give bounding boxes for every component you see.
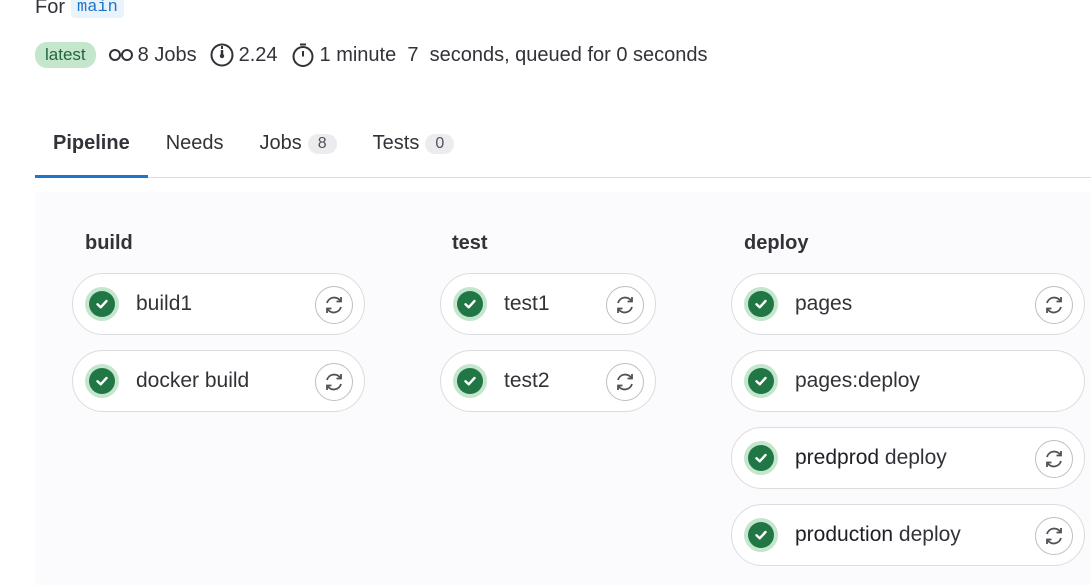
job-name-suffix: deploy xyxy=(879,446,947,469)
branch-link[interactable]: main xyxy=(71,0,124,18)
job-name: pages:deploy xyxy=(795,369,920,392)
job-docker-build[interactable]: docker build xyxy=(72,350,365,412)
retry-icon[interactable] xyxy=(1035,286,1073,324)
status-success-icon xyxy=(744,441,778,475)
job-name: predprod deploy xyxy=(795,446,947,470)
status-success-icon xyxy=(744,287,778,321)
timer-icon xyxy=(292,43,314,67)
pipeline-meta: latest 8 Jobs 2.24 1 minute 7 seconds, q… xyxy=(35,40,708,70)
job-predprod-deploy[interactable]: predprod deploy xyxy=(731,427,1085,489)
duration: 2.24 xyxy=(209,42,278,68)
jobs-count-text: 8 Jobs xyxy=(137,43,197,66)
pipeline-graph: build build1 docker build test test1 tes… xyxy=(35,192,1091,585)
retry-icon[interactable] xyxy=(606,286,644,324)
status-success-icon xyxy=(85,364,119,398)
status-success-icon xyxy=(453,364,487,398)
stage-title-test: test xyxy=(452,232,488,254)
tab-tests[interactable]: Tests 0 xyxy=(355,110,473,177)
for-label: For xyxy=(35,0,65,18)
time-info: 1 minute 7 seconds, queued for 0 seconds xyxy=(290,42,708,68)
tab-label: Needs xyxy=(165,132,224,154)
time-text: 1 minute 7 seconds, queued for 0 seconds xyxy=(319,43,708,66)
stage-title-build: build xyxy=(85,232,133,254)
job-name-env: predprod xyxy=(795,446,880,469)
job-name-env: production xyxy=(795,523,894,546)
pipeline-tabs: Pipeline Needs Jobs 8 Tests 0 xyxy=(35,110,1091,178)
tab-needs[interactable]: Needs xyxy=(148,110,242,177)
retry-icon[interactable] xyxy=(1035,517,1073,555)
job-name: docker build xyxy=(136,369,250,392)
job-name-suffix: deploy xyxy=(893,523,961,546)
retry-icon[interactable] xyxy=(606,363,644,401)
tab-pipeline[interactable]: Pipeline xyxy=(35,110,148,178)
status-success-icon xyxy=(453,287,487,321)
job-build1[interactable]: build1 xyxy=(72,273,365,335)
jobs-count: 8 Jobs xyxy=(108,44,197,67)
job-pages-deploy[interactable]: pages:deploy xyxy=(731,350,1085,412)
duration-text: 2.24 xyxy=(238,43,278,66)
pipeline-icon xyxy=(108,49,133,61)
tab-count: 8 xyxy=(307,133,337,154)
status-success-icon xyxy=(744,518,778,552)
job-test2[interactable]: test2 xyxy=(440,350,656,412)
retry-icon[interactable] xyxy=(315,363,353,401)
tab-label: Tests xyxy=(372,132,420,154)
status-success-icon xyxy=(85,287,119,321)
job-name: build1 xyxy=(136,292,193,315)
retry-icon[interactable] xyxy=(1035,440,1073,478)
pipeline-ref: For main xyxy=(35,0,124,19)
job-test1[interactable]: test1 xyxy=(440,273,656,335)
job-production-deploy[interactable]: production deploy xyxy=(731,504,1085,566)
tab-count: 0 xyxy=(425,133,455,154)
latest-badge: latest xyxy=(35,42,96,68)
job-name: production deploy xyxy=(795,523,961,547)
tab-jobs[interactable]: Jobs 8 xyxy=(242,110,355,177)
job-pages[interactable]: pages xyxy=(731,273,1085,335)
job-name: test1 xyxy=(504,292,550,315)
tab-label: Jobs xyxy=(259,132,302,154)
stage-title-deploy: deploy xyxy=(744,232,809,254)
tab-label: Pipeline xyxy=(53,132,130,154)
job-name: pages xyxy=(795,292,853,315)
job-name: test2 xyxy=(504,369,550,392)
gauge-icon xyxy=(210,43,234,67)
status-success-icon xyxy=(744,364,778,398)
retry-icon[interactable] xyxy=(315,286,353,324)
